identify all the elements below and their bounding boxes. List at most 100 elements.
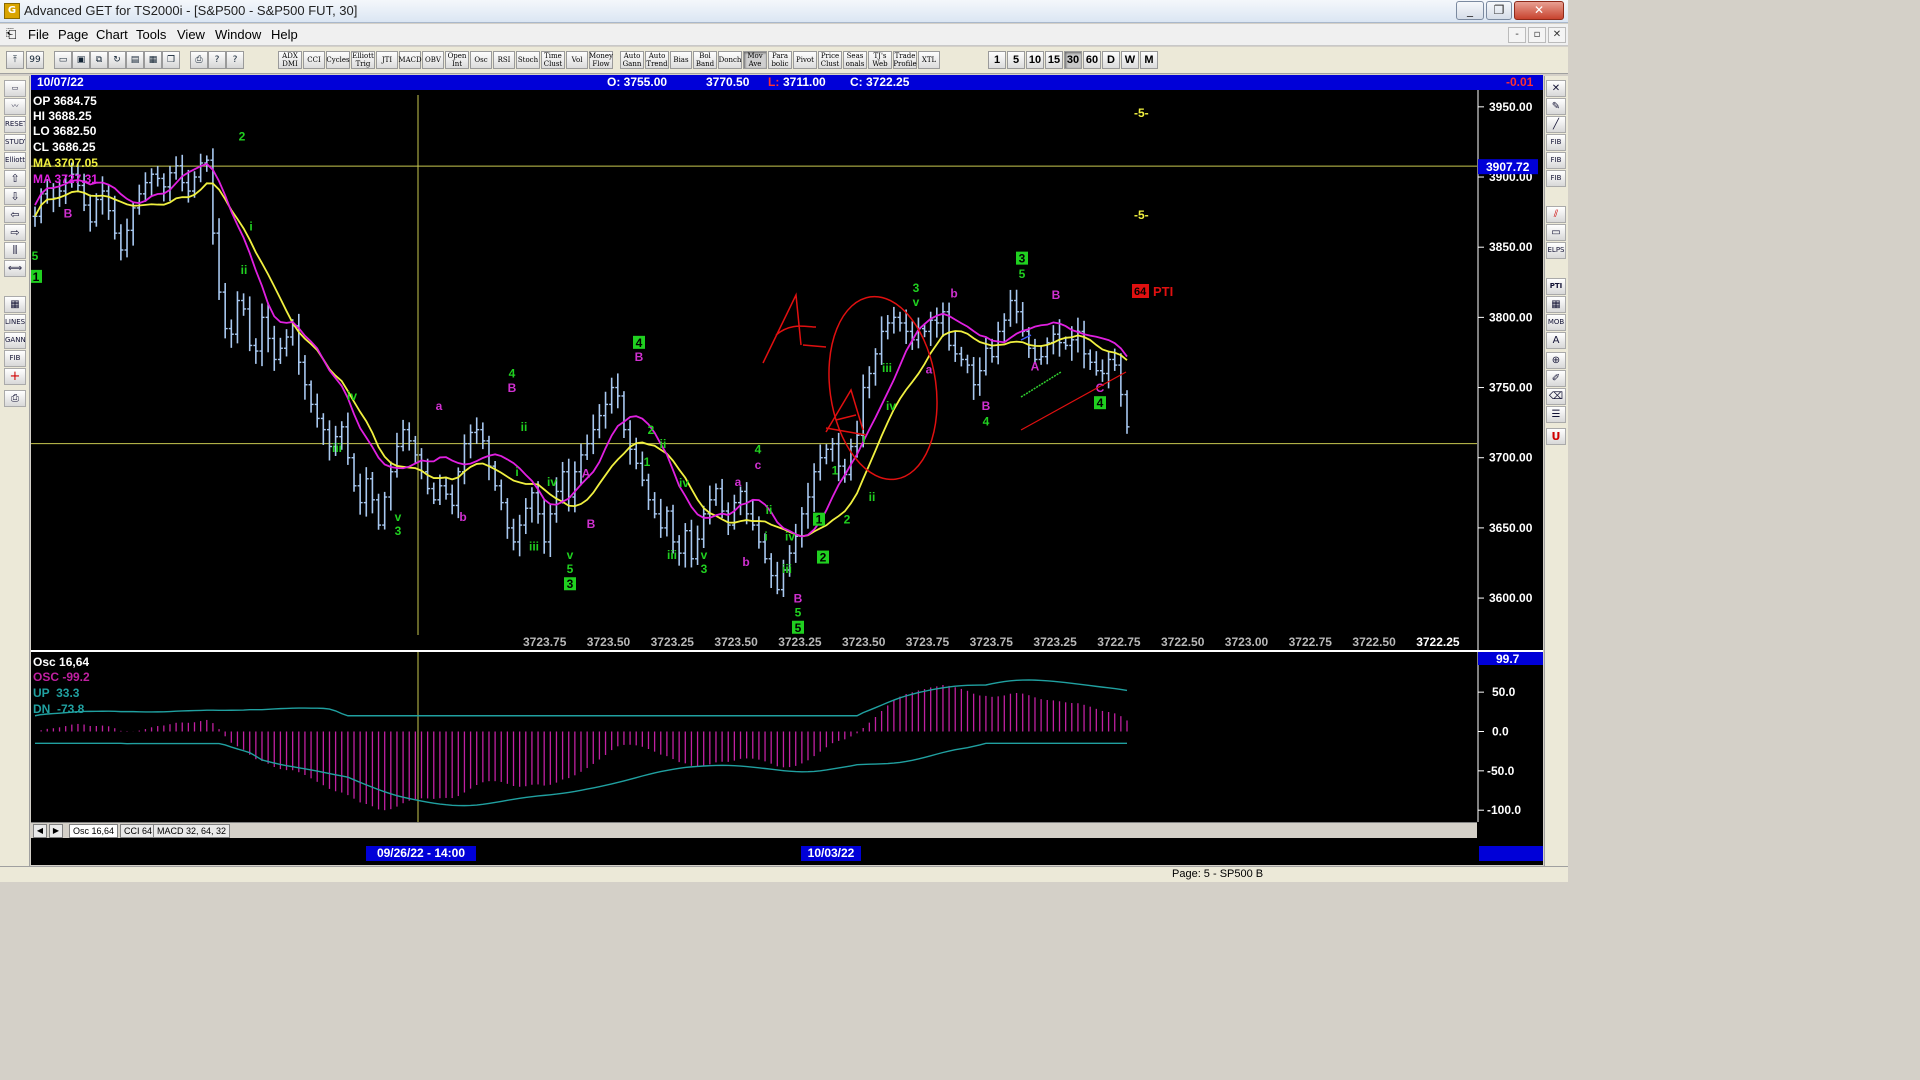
gann-icon[interactable]: GANN (4, 332, 26, 349)
close-window-button[interactable]: ✕ (1514, 1, 1564, 20)
cross-icon[interactable]: + (4, 368, 26, 385)
timeframe-button-m[interactable]: M (1140, 51, 1158, 69)
study-button-trade-profile[interactable]: Trade Profile (893, 51, 917, 69)
study-button-donch[interactable]: Donch (718, 51, 742, 69)
eraser-icon[interactable]: ⌫ (1546, 388, 1566, 405)
page-icon[interactable]: ▭ (4, 80, 26, 97)
mdi-close-button[interactable]: ✕ (1548, 27, 1566, 43)
line-icon[interactable]: ╱ (1546, 116, 1566, 133)
study-button-stoch[interactable]: Stoch (516, 51, 540, 69)
study-button-open-int[interactable]: Open Int (445, 51, 469, 69)
menu-view[interactable]: View (177, 27, 205, 42)
mdi-restore-button[interactable]: ▫ (1528, 27, 1546, 43)
maximize-button[interactable]: ❐ (1486, 1, 1512, 20)
oscillator-panel[interactable]: 50.0 0.0 -50.0 -100.0 99.7 Osc 16,64 OSC -9… (31, 652, 1543, 822)
up-arrow-icon[interactable]: ⇧ (4, 170, 26, 187)
reset-icon[interactable]: RESET (4, 116, 26, 133)
study-button-auto-trend[interactable]: Auto Trend (645, 51, 669, 69)
close-icon[interactable]: ✕ (1546, 80, 1566, 97)
study-icon[interactable]: STUDY (4, 134, 26, 151)
study-button-bias[interactable]: Bias (670, 51, 692, 69)
menu-tools[interactable]: Tools (136, 27, 166, 42)
list-icon[interactable]: ☰ (1546, 406, 1566, 423)
right-arrow-icon[interactable]: ⇨ (4, 224, 26, 241)
mdi-minimize-button[interactable]: - (1508, 27, 1526, 43)
study-button-money-flow[interactable]: Money Flow (589, 51, 613, 69)
study-button-pivot[interactable]: Pivot (793, 51, 817, 69)
refresh-icon[interactable]: ↻ (108, 51, 126, 69)
grid-tool-icon[interactable]: ▦ (1546, 296, 1566, 313)
fib-ret-icon[interactable]: FIB RET (1546, 134, 1566, 151)
timeframe-button-1[interactable]: 1 (988, 51, 1006, 69)
cursor-icon[interactable]: ⤒ (6, 51, 24, 69)
lines-icon[interactable]: LINES (4, 314, 26, 331)
zoom-icon[interactable]: ⟺ (4, 260, 26, 277)
down-arrow-icon[interactable]: ⇩ (4, 188, 26, 205)
study-button-osc[interactable]: Osc (470, 51, 492, 69)
minimize-button[interactable]: _ (1456, 1, 1484, 20)
study-button-rsi[interactable]: RSI (493, 51, 515, 69)
bars-icon[interactable]: ⫼ (4, 242, 26, 259)
pti-icon[interactable]: PTI (1546, 278, 1566, 295)
mob-icon[interactable]: MOB (1546, 314, 1566, 331)
channel-icon[interactable]: ⫽ (1546, 206, 1566, 223)
timeframe-button-10[interactable]: 10 (1026, 51, 1044, 69)
menu-page[interactable]: Page (58, 27, 88, 42)
study-button-elliott-trig[interactable]: Elliott Trig (351, 51, 375, 69)
tab-scroll-right-icon[interactable]: ▶ (49, 824, 63, 838)
study-button-price-clust[interactable]: Price Clust (818, 51, 842, 69)
study-button-mov-ave[interactable]: Mov Ave (743, 51, 767, 69)
grid-layout-icon[interactable]: ▦ (144, 51, 162, 69)
timeframe-button-60[interactable]: 60 (1083, 51, 1101, 69)
timeframe-button-d[interactable]: D (1102, 51, 1120, 69)
price-panel[interactable]: 2 B 5 1 i ii iii iv v 3 a b 4 Bii i iv iii v 5 3 A B 4 B 2 ii 1 iv i… (30, 90, 1543, 650)
tab-osc[interactable]: Osc 16,64 (69, 824, 119, 838)
copy-icon[interactable]: ⧉ (90, 51, 108, 69)
menu-window[interactable]: Window (215, 27, 261, 42)
elliott-icon[interactable]: Elliott (4, 152, 26, 169)
menu-help[interactable]: Help (271, 27, 298, 42)
study-button-seas-onals[interactable]: Seas onals (843, 51, 867, 69)
study-button-adx-dmi[interactable]: ADX DMI (278, 51, 302, 69)
zoom-tool-icon[interactable]: ⊕ (1546, 352, 1566, 369)
u-icon[interactable]: U (1546, 428, 1566, 445)
tab-scroll-left-icon[interactable]: ◀ (33, 824, 47, 838)
study-button-cycles[interactable]: Cycles (326, 51, 350, 69)
timeframe-button-5[interactable]: 5 (1007, 51, 1025, 69)
study-button-vol[interactable]: Vol (566, 51, 588, 69)
timeframe-button-w[interactable]: W (1121, 51, 1139, 69)
time-axis[interactable]: 09/26/22 - 14:00 10/03/22 (31, 845, 1543, 862)
menu-chart[interactable]: Chart (96, 27, 128, 42)
help-icon[interactable]: ? (208, 51, 226, 69)
open-icon[interactable]: ▣ (72, 51, 90, 69)
timeframe-button-30[interactable]: 30 (1064, 51, 1082, 69)
study-button-para-bolic[interactable]: Para bolic (768, 51, 792, 69)
study-button-jti[interactable]: JTI (376, 51, 398, 69)
study-button-cci[interactable]: CCI (303, 51, 325, 69)
left-arrow-icon[interactable]: ⇦ (4, 206, 26, 223)
study-button-xtl[interactable]: XTL (918, 51, 940, 69)
study-button-tj-s-web[interactable]: TJ's Web (868, 51, 892, 69)
cascade-icon[interactable]: ❐ (162, 51, 180, 69)
tab-macd[interactable]: MACD 32, 64, 32 (153, 824, 231, 838)
timeframe-button-15[interactable]: 15 (1045, 51, 1063, 69)
study-button-macd[interactable]: MACD (398, 51, 422, 69)
context-help-icon[interactable]: ? (226, 51, 244, 69)
fib-time-icon[interactable]: FIB TIME (1546, 170, 1566, 187)
fib-icon[interactable]: FIB (4, 350, 26, 367)
study-button-auto-gann[interactable]: Auto Gann (620, 51, 644, 69)
paint-icon[interactable]: ✐ (1546, 370, 1566, 387)
tab-cci[interactable]: CCI 64 (120, 824, 157, 838)
menu-file[interactable]: File (28, 27, 49, 42)
study-button-bol-band[interactable]: Bol Band (693, 51, 717, 69)
study-button-time-clust[interactable]: Time Clust (541, 51, 565, 69)
wave-icon[interactable]: 〰 (4, 98, 26, 115)
quote-icon[interactable]: 99 (26, 51, 44, 69)
fib-ext-icon[interactable]: FIB EXT (1546, 152, 1566, 169)
layout-icon[interactable]: ▤ (126, 51, 144, 69)
new-page-icon[interactable]: ▭ (54, 51, 72, 69)
rect-icon[interactable]: ▭ (1546, 224, 1566, 241)
print-side-icon[interactable]: ⎙ (4, 390, 26, 407)
study-button-obv[interactable]: OBV (422, 51, 444, 69)
ellipse-icon[interactable]: ELPS (1546, 242, 1566, 259)
